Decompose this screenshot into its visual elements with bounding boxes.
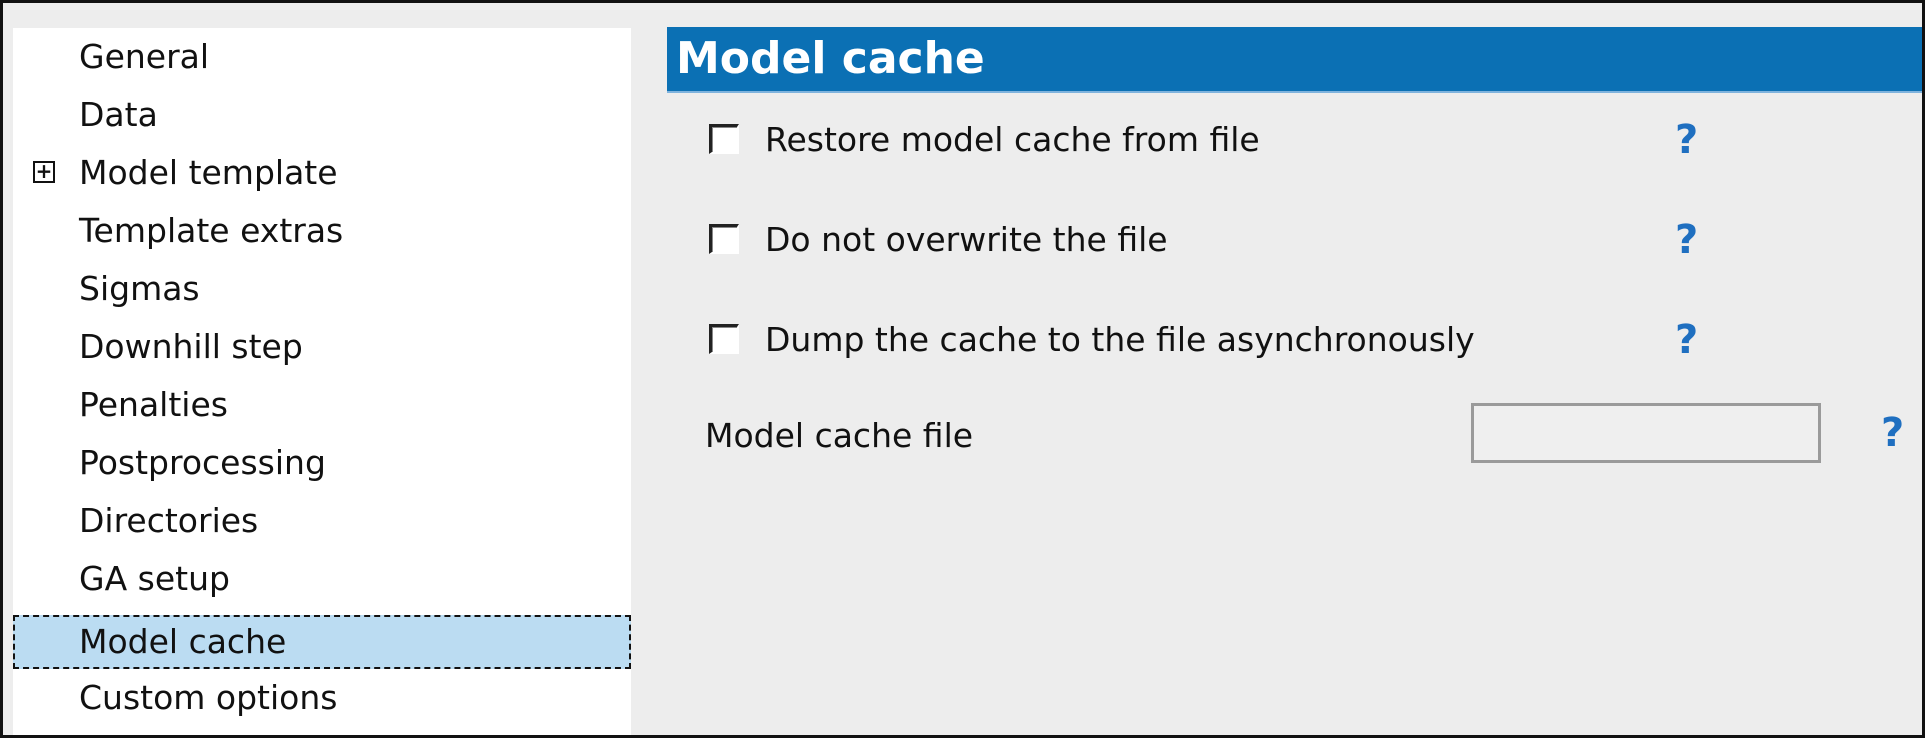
sidebar-item-label: Model template <box>79 153 338 192</box>
option-label: Dump the cache to the file asynchronousl… <box>765 320 1475 359</box>
sidebar-item-model-cache[interactable]: Model cache <box>13 615 631 669</box>
panel-header: Model cache <box>667 27 1922 93</box>
option-label: Do not overwrite the file <box>765 220 1168 259</box>
dump-async-checkbox[interactable] <box>709 324 739 354</box>
sidebar-item-label: Sigmas <box>79 269 200 308</box>
help-icon[interactable]: ? <box>1881 410 1904 456</box>
option-label: Restore model cache from file <box>765 120 1260 159</box>
model-cache-file-label: Model cache file <box>705 416 974 455</box>
sidebar-item-label: Template extras <box>79 211 344 250</box>
panel-title: Model cache <box>676 33 985 84</box>
help-icon[interactable]: ? <box>1675 117 1698 163</box>
sidebar-item-ga-setup[interactable]: GA setup <box>13 552 631 606</box>
sidebar-item-template-extras[interactable]: Template extras <box>13 204 631 258</box>
settings-window: General Data + Model template Template e… <box>0 0 1925 738</box>
sidebar-item-sigmas[interactable]: Sigmas <box>13 262 631 316</box>
sidebar-item-label: Postprocessing <box>79 443 326 482</box>
expand-plus-icon[interactable]: + <box>33 161 55 183</box>
model-cache-file-input[interactable] <box>1471 403 1821 463</box>
sidebar-item-postprocessing[interactable]: Postprocessing <box>13 436 631 490</box>
sidebar-item-label: Data <box>79 95 158 134</box>
sidebar-item-label: Downhill step <box>79 327 303 366</box>
sidebar-item-downhill-step[interactable]: Downhill step <box>13 320 631 374</box>
sidebar-item-label: General <box>79 37 210 76</box>
help-icon[interactable]: ? <box>1675 317 1698 363</box>
sidebar-item-model-template[interactable]: + Model template <box>13 146 631 200</box>
sidebar-item-penalties[interactable]: Penalties <box>13 378 631 432</box>
help-icon[interactable]: ? <box>1675 217 1698 263</box>
sidebar-item-general[interactable]: General <box>13 30 631 84</box>
sidebar-item-label: GA setup <box>79 559 230 598</box>
sidebar-item-label: Directories <box>79 501 259 540</box>
do-not-overwrite-checkbox[interactable] <box>709 224 739 254</box>
sidebar-item-custom-options[interactable]: Custom options <box>13 671 631 725</box>
sidebar-item-label: Penalties <box>79 385 228 424</box>
sidebar-item-data[interactable]: Data <box>13 88 631 142</box>
sidebar-item-label: Custom options <box>79 678 338 717</box>
sidebar-item-directories[interactable]: Directories <box>13 494 631 548</box>
sidebar-item-label: Model cache <box>79 622 287 661</box>
restore-from-file-checkbox[interactable] <box>709 124 739 154</box>
sidebar-tree: General Data + Model template Template e… <box>13 28 631 735</box>
